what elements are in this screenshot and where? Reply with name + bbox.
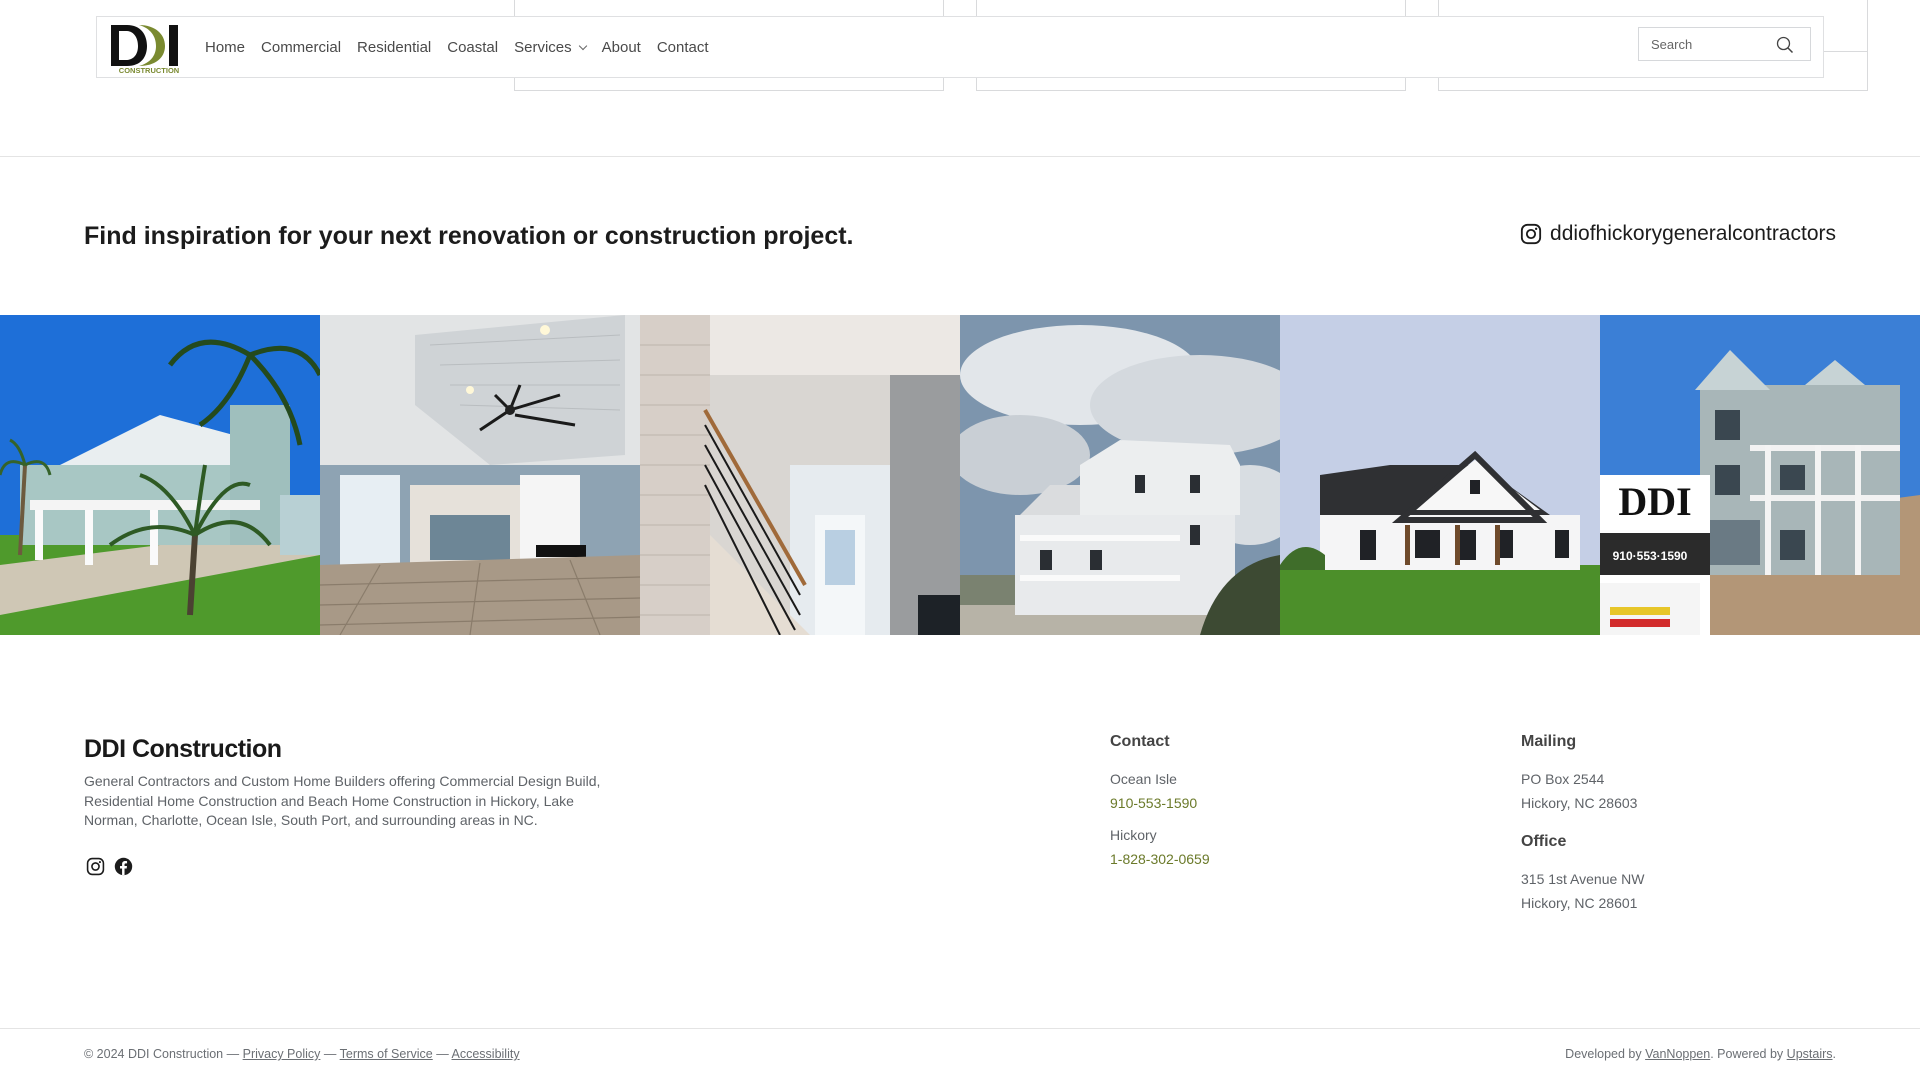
- mailing-line: PO Box 2544: [1521, 771, 1605, 787]
- phone-link[interactable]: 1-828-302-0659: [1110, 847, 1210, 871]
- chevron-down-icon: [578, 41, 587, 50]
- instagram-icon[interactable]: [86, 857, 105, 876]
- facebook-icon[interactable]: [114, 857, 133, 876]
- terms-of-service-link[interactable]: Terms of Service: [340, 1047, 433, 1061]
- instagram-handle: ddiofhickorygeneralcontractors: [1550, 222, 1836, 245]
- nav-commercial[interactable]: Commercial: [261, 39, 341, 56]
- nav-label: Home: [205, 38, 246, 56]
- platform-link[interactable]: Upstairs: [1787, 1047, 1833, 1061]
- gallery-photo[interactable]: [320, 315, 640, 635]
- inspiration-heading: Find inspiration for your next renovatio…: [84, 222, 854, 250]
- credits: Developed by VanNoppen. Powered by Upsta…: [1565, 1047, 1836, 1061]
- credits-text: .: [1832, 1047, 1836, 1061]
- office-heading: Office: [1521, 833, 1567, 850]
- search-box: [1638, 27, 1811, 61]
- nav-services-dropdown[interactable]: Services: [514, 38, 587, 56]
- credits-text: Developed by: [1565, 1047, 1642, 1061]
- phone-link[interactable]: 910-553-1590: [1110, 791, 1210, 815]
- nav-label: Commercial: [261, 38, 342, 56]
- office-line: Hickory, NC 28601: [1521, 895, 1638, 911]
- privacy-policy-link[interactable]: Privacy Policy: [243, 1047, 321, 1061]
- search-icon[interactable]: [1776, 36, 1794, 54]
- gallery-photo[interactable]: DDI 910·553·1590: [1600, 315, 1920, 635]
- footer-social-links: [86, 857, 142, 876]
- svg-text:910·553·1590: 910·553·1590: [1613, 549, 1688, 563]
- contact-heading: Contact: [1110, 733, 1170, 750]
- nav-label: About: [601, 38, 641, 56]
- location-name: Ocean Isle: [1110, 771, 1177, 787]
- gallery-photo[interactable]: [960, 315, 1280, 635]
- nav-about[interactable]: About: [602, 39, 641, 56]
- footer-address-column: Mailing PO Box 2544 Hickory, NC 28603 Of…: [1521, 733, 1644, 915]
- mailing-line: Hickory, NC 28603: [1521, 795, 1638, 811]
- nav-label: Residential: [357, 38, 432, 56]
- instagram-gallery: DDI 910·553·1590: [0, 315, 1920, 635]
- copyright-text: © 2024 DDI Construction: [84, 1047, 224, 1061]
- svg-text:DDI: DDI: [1618, 479, 1691, 524]
- office-line: 315 1st Avenue NW: [1521, 871, 1645, 887]
- copyright-bar: © 2024 DDI Construction — Privacy Policy…: [84, 1047, 520, 1061]
- nav-residential[interactable]: Residential: [357, 39, 431, 56]
- location-name: Hickory: [1110, 827, 1157, 843]
- footer-brand: DDI Construction: [84, 735, 282, 763]
- gallery-photo[interactable]: [1280, 315, 1600, 635]
- separator: —: [226, 1047, 240, 1061]
- accessibility-link[interactable]: Accessibility: [452, 1047, 520, 1061]
- search-input[interactable]: [1639, 36, 1769, 52]
- nav-home[interactable]: Home: [205, 39, 245, 56]
- developer-link[interactable]: VanNoppen: [1645, 1047, 1710, 1061]
- nav-contact[interactable]: Contact: [657, 39, 709, 56]
- main-nav: Home Commercial Residential Coastal Serv…: [205, 39, 725, 56]
- separator: —: [323, 1047, 337, 1061]
- gallery-photo[interactable]: [0, 315, 320, 635]
- nav-label: Contact: [656, 38, 709, 56]
- ddi-logo[interactable]: CONSTRUCTION: [109, 19, 189, 75]
- instagram-handle-link[interactable]: ddiofhickorygeneralcontractors: [1520, 222, 1836, 246]
- section-divider: [0, 156, 1920, 157]
- nav-coastal[interactable]: Coastal: [447, 39, 498, 56]
- mailing-heading: Mailing: [1521, 733, 1577, 750]
- footer-divider: [0, 1028, 1920, 1029]
- instagram-icon: [1520, 223, 1542, 245]
- separator: —: [436, 1047, 449, 1061]
- credits-text: . Powered by: [1710, 1047, 1784, 1061]
- site-header: CONSTRUCTION Home Commercial Residential…: [96, 16, 1824, 78]
- footer-contact-column: Contact Ocean Isle 910-553-1590 Hickory …: [1110, 733, 1210, 871]
- nav-label: Coastal: [447, 38, 499, 56]
- nav-label: Services: [514, 38, 572, 56]
- gallery-photo[interactable]: [640, 315, 960, 635]
- footer-description: General Contractors and Custom Home Buil…: [84, 773, 601, 828]
- svg-text:CONSTRUCTION: CONSTRUCTION: [119, 66, 179, 75]
